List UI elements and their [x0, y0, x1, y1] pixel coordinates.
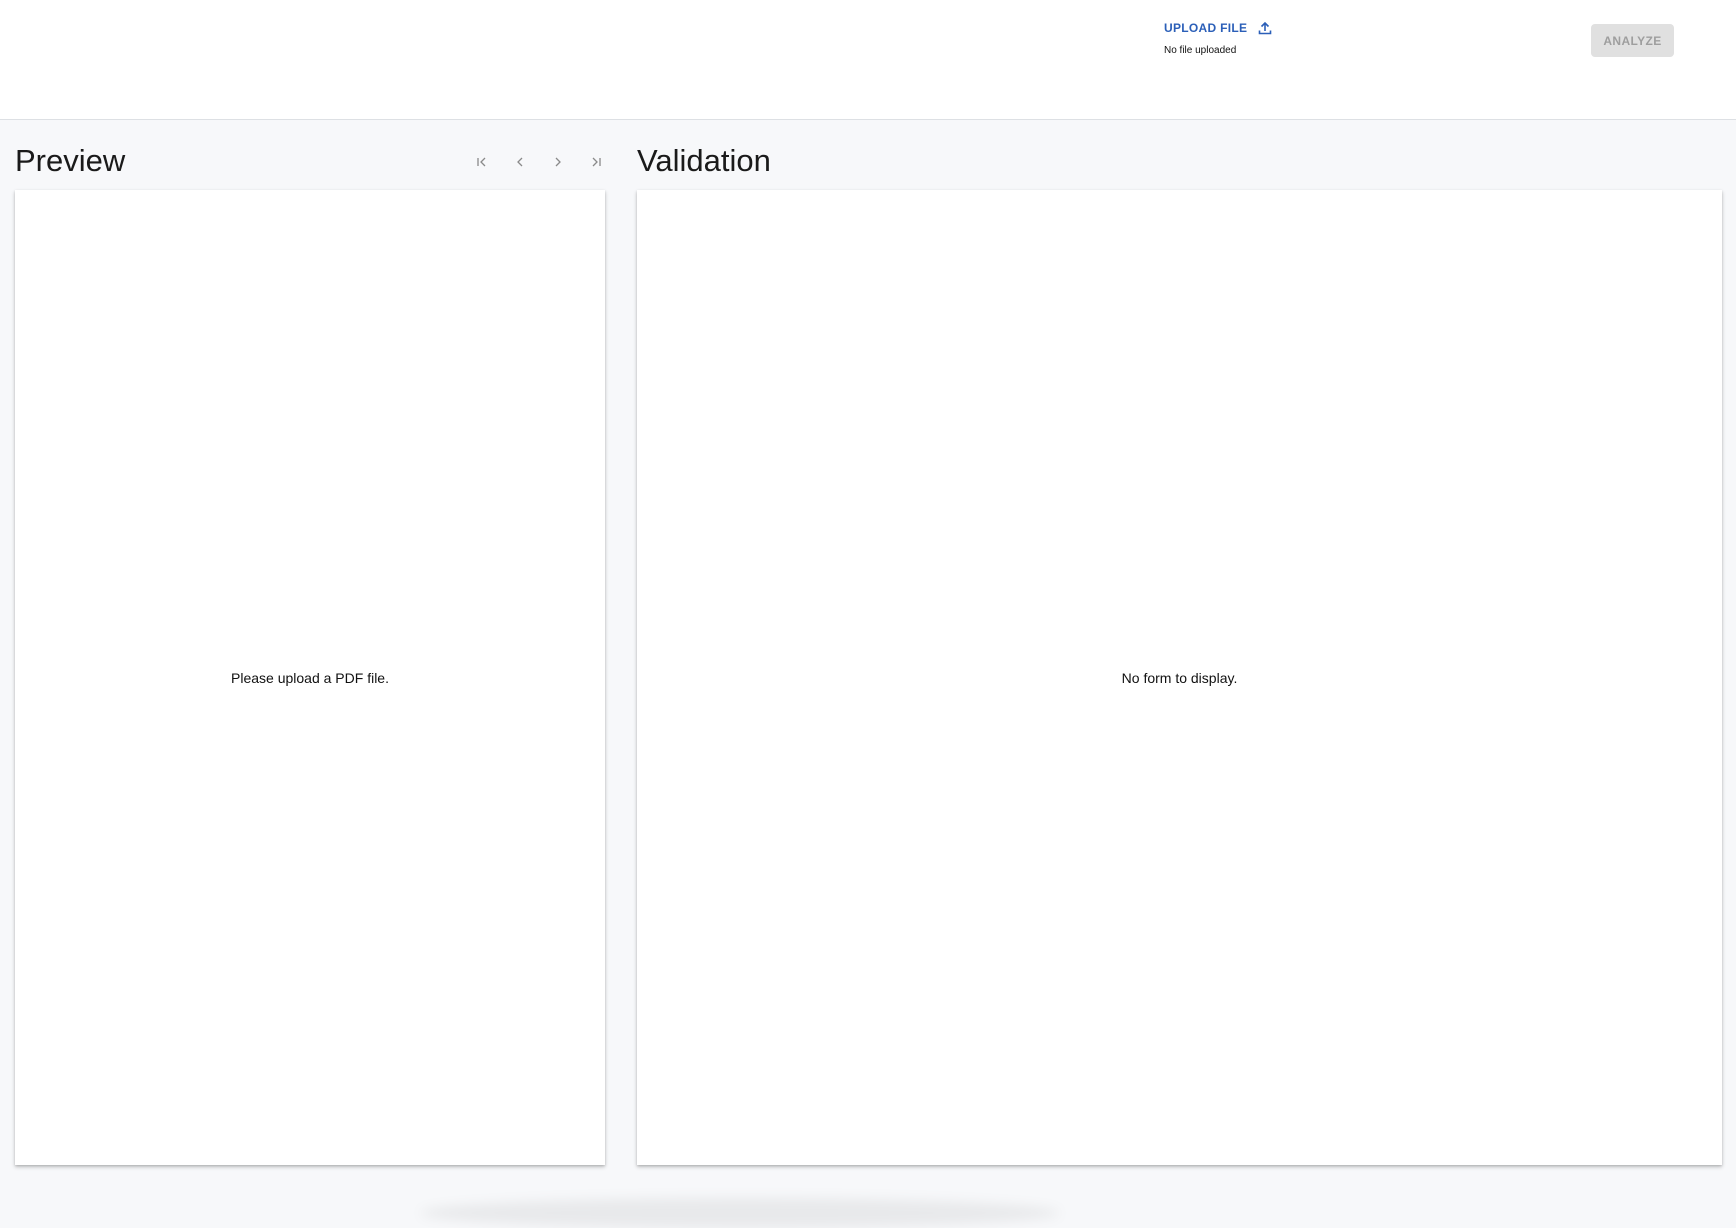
first-page-icon	[477, 157, 486, 167]
last-page-icon	[592, 157, 601, 167]
file-status-text: No file uploaded	[1164, 45, 1237, 56]
prev-page-icon	[517, 157, 523, 167]
preview-panel: Please upload a PDF file.	[15, 190, 605, 1165]
upload-file-button[interactable]: UPLOAD FILE	[1164, 20, 1273, 36]
validation-title: Validation	[637, 143, 771, 178]
validation-empty-message: No form to display.	[1121, 669, 1238, 686]
upload-file-label: UPLOAD FILE	[1164, 21, 1248, 35]
upload-group: UPLOAD FILE No file uploaded	[1164, 20, 1273, 56]
analyze-button[interactable]: ANALYZE	[1591, 24, 1674, 57]
first-page-button[interactable]	[470, 150, 494, 174]
bottom-floating-shadow	[420, 1198, 1060, 1228]
next-page-button[interactable]	[546, 150, 570, 174]
top-bar: UPLOAD FILE No file uploaded ANALYZE	[0, 0, 1736, 120]
upload-icon	[1259, 21, 1272, 35]
preview-title: Preview	[15, 143, 126, 178]
page-navigation	[470, 150, 608, 174]
last-page-button[interactable]	[584, 150, 608, 174]
preview-empty-message: Please upload a PDF file.	[231, 669, 389, 686]
validation-panel: No form to display.	[637, 190, 1722, 1165]
next-page-icon	[555, 157, 561, 167]
prev-page-button[interactable]	[508, 150, 532, 174]
